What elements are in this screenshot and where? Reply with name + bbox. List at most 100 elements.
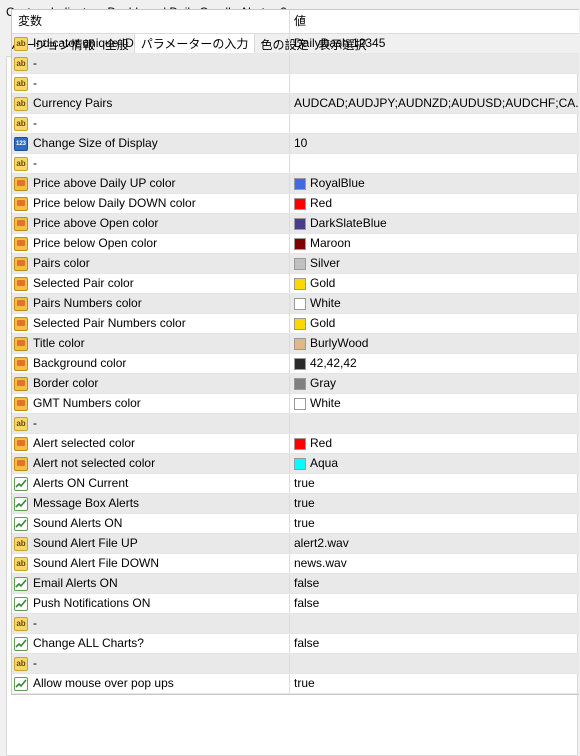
parameter-value-cell[interactable]: true (290, 474, 579, 493)
parameter-row[interactable]: Sound Alerts ON true (12, 514, 579, 534)
parameter-row[interactable]: Message Box Alerts true (12, 494, 579, 514)
parameter-row[interactable]: Alert selected color Red (12, 434, 579, 454)
color-type-icon (14, 176, 28, 191)
parameter-value-cell[interactable] (290, 114, 579, 133)
parameter-value-cell[interactable]: DarkSlateBlue (290, 214, 579, 233)
parameter-value-cell[interactable]: White (290, 394, 579, 413)
parameter-row[interactable]: Pairs Numbers color White (12, 294, 579, 314)
parameter-value-cell[interactable]: BurlyWood (290, 334, 579, 353)
parameter-row[interactable]: ab - (12, 74, 579, 94)
parameter-row[interactable]: ab - (12, 614, 579, 634)
parameter-value-cell[interactable]: Gold (290, 274, 579, 293)
parameter-value-cell[interactable] (290, 614, 579, 633)
parameter-value-cell[interactable]: Gray (290, 374, 579, 393)
parameter-row[interactable]: Selected Pair color Gold (12, 274, 579, 294)
parameter-row[interactable]: ab - (12, 654, 579, 674)
parameter-value: true (294, 676, 315, 690)
parameter-value-cell[interactable]: 42,42,42 (290, 354, 579, 373)
parameter-name-cell: Background color (12, 354, 290, 373)
parameter-value-cell[interactable]: Maroon (290, 234, 579, 253)
parameter-value-cell[interactable]: Red (290, 194, 579, 213)
color-swatch[interactable] (294, 437, 306, 450)
parameter-row[interactable]: Pairs color Silver (12, 254, 579, 274)
parameter-row[interactable]: Allow mouse over pop ups true (12, 674, 579, 694)
parameter-name: Change ALL Charts? (33, 636, 144, 650)
parameter-row[interactable]: Background color 42,42,42 (12, 354, 579, 374)
parameter-name-cell: Alert selected color (12, 434, 290, 453)
color-swatch[interactable] (294, 337, 306, 350)
parameter-value-cell[interactable] (290, 414, 579, 433)
color-swatch[interactable] (294, 237, 306, 250)
parameter-value-cell[interactable] (290, 54, 579, 73)
parameter-value-cell[interactable]: Gold (290, 314, 579, 333)
parameter-row[interactable]: Alert not selected color Aqua (12, 454, 579, 474)
color-swatch[interactable] (294, 317, 306, 330)
parameter-row[interactable]: ab - (12, 114, 579, 134)
parameter-row[interactable]: ab Sound Alert File DOWN news.wav (12, 554, 579, 574)
color-swatch[interactable] (294, 297, 306, 310)
parameter-row[interactable]: Email Alerts ON false (12, 574, 579, 594)
parameter-row[interactable]: Border color Gray (12, 374, 579, 394)
parameter-row[interactable]: Push Notifications ON false (12, 594, 579, 614)
parameter-value: RoyalBlue (310, 176, 365, 190)
color-swatch[interactable] (294, 397, 306, 410)
parameter-row[interactable]: Selected Pair Numbers color Gold (12, 314, 579, 334)
parameter-value-cell[interactable]: Aqua (290, 454, 579, 473)
parameter-row[interactable]: Change ALL Charts? false (12, 634, 579, 654)
parameter-value-cell[interactable]: 10 (290, 134, 579, 153)
parameter-row[interactable]: 123 Change Size of Display 10 (12, 134, 579, 154)
color-type-icon (14, 336, 28, 351)
parameter-name: Selected Pair Numbers color (33, 316, 186, 330)
parameter-row[interactable]: ab Indicator unique ID DailyDash 12345 (12, 34, 579, 54)
parameter-row[interactable]: GMT Numbers color White (12, 394, 579, 414)
parameter-name-cell: Pairs Numbers color (12, 294, 290, 313)
parameter-value-cell[interactable]: White (290, 294, 579, 313)
parameter-value-cell[interactable]: alert2.wav (290, 534, 579, 553)
parameter-row[interactable]: ab Sound Alert File UP alert2.wav (12, 534, 579, 554)
parameter-name-cell: ab Currency Pairs (12, 94, 290, 113)
parameter-row[interactable]: ab - (12, 54, 579, 74)
column-header-value[interactable]: 値 (290, 10, 579, 33)
parameter-value-cell[interactable]: DailyDash 12345 (290, 34, 579, 53)
parameter-value-cell[interactable]: true (290, 514, 579, 533)
parameter-name: Border color (33, 376, 99, 390)
color-swatch[interactable] (294, 457, 306, 470)
parameter-value-cell[interactable]: RoyalBlue (290, 174, 579, 193)
parameter-row[interactable]: ab - (12, 154, 579, 174)
parameter-value-cell[interactable]: false (290, 634, 579, 653)
parameter-row[interactable]: ab - (12, 414, 579, 434)
color-swatch[interactable] (294, 177, 306, 190)
color-swatch[interactable] (294, 377, 306, 390)
color-swatch[interactable] (294, 277, 306, 290)
parameter-value-cell[interactable]: false (290, 574, 579, 593)
parameter-name: Alerts ON Current (33, 476, 129, 490)
color-swatch[interactable] (294, 197, 306, 210)
color-swatch[interactable] (294, 217, 306, 230)
parameter-value-cell[interactable] (290, 154, 579, 173)
color-type-icon (14, 376, 28, 391)
parameter-value-cell[interactable] (290, 74, 579, 93)
parameter-value-cell[interactable]: false (290, 594, 579, 613)
parameter-value-cell[interactable]: true (290, 674, 579, 693)
parameter-row[interactable]: Title color BurlyWood (12, 334, 579, 354)
parameter-row[interactable]: Price above Daily UP color RoyalBlue (12, 174, 579, 194)
parameter-value-cell[interactable]: news.wav (290, 554, 579, 573)
parameter-row[interactable]: Price below Daily DOWN color Red (12, 194, 579, 214)
parameter-row[interactable]: Alerts ON Current true (12, 474, 579, 494)
parameter-name-cell: ab - (12, 414, 290, 433)
color-type-icon (14, 456, 28, 471)
parameter-value-cell[interactable]: true (290, 494, 579, 513)
parameter-value-cell[interactable]: Red (290, 434, 579, 453)
color-swatch[interactable] (294, 257, 306, 270)
parameter-value: BurlyWood (310, 336, 369, 350)
color-type-icon (14, 196, 28, 211)
parameter-value-cell[interactable]: AUDCAD;AUDJPY;AUDNZD;AUDUSD;AUDCHF;CA... (290, 94, 579, 113)
parameter-row[interactable]: Price below Open color Maroon (12, 234, 579, 254)
parameter-row[interactable]: ab Currency Pairs AUDCAD;AUDJPY;AUDNZD;AUD… (12, 94, 579, 114)
parameter-value-cell[interactable]: Silver (290, 254, 579, 273)
parameter-value-cell[interactable] (290, 654, 579, 673)
parameter-row[interactable]: Price above Open color DarkSlateBlue (12, 214, 579, 234)
parameter-value: Silver (310, 256, 341, 270)
column-header-variable[interactable]: 変数 (12, 10, 290, 33)
color-swatch[interactable] (294, 357, 306, 370)
